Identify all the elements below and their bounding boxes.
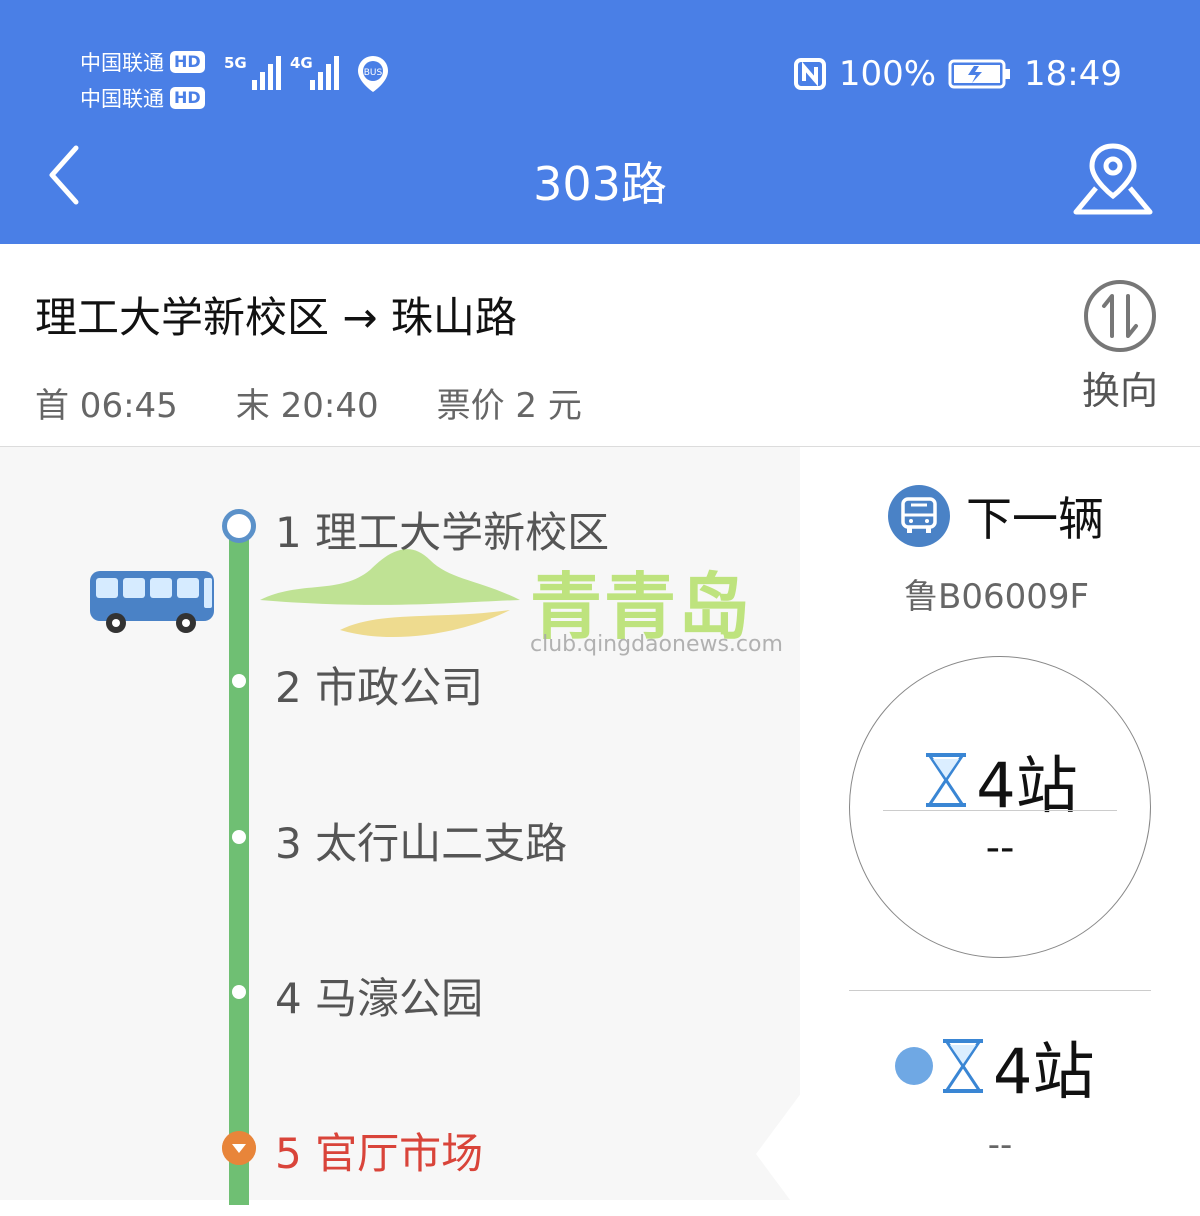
stop-label-current: 5 官厅市场 <box>275 1129 484 1178</box>
second-bus-row: 4站 <box>895 1021 1094 1111</box>
battery-charging-icon <box>948 59 1011 89</box>
swap-direction-icon <box>1084 280 1156 352</box>
start-stop-marker <box>222 509 256 543</box>
route-schedule: 首 06:45 末 20:40 票价 2 元 <box>35 378 640 427</box>
fare: 票价 2 元 <box>436 386 582 426</box>
stop-dot <box>232 830 246 844</box>
next-bus-panel: 下一辆 鲁B06009F 4站 -- 4站 -- <box>800 447 1200 1200</box>
bus-indicator-dot <box>895 1047 933 1085</box>
carrier-row-2: 中国联通 HD <box>80 80 215 116</box>
license-plate: 鲁B06009F <box>904 577 1090 617</box>
switch-direction-label: 换向 <box>1081 369 1158 413</box>
route-line <box>229 525 249 1205</box>
clock-time: 18:49 <box>1024 54 1122 94</box>
signal-4g-icon: 4G <box>290 52 350 96</box>
net-4g-label: 4G <box>290 54 313 72</box>
bus-location-icon: BUS <box>358 56 388 92</box>
bus-position-icon <box>90 571 214 633</box>
switch-direction-button[interactable]: 换向 <box>1070 278 1170 415</box>
back-icon[interactable] <box>40 140 100 210</box>
hd-badge-1: HD <box>170 51 205 73</box>
hourglass-icon <box>926 753 967 807</box>
carrier-name-1: 中国联通 <box>80 51 164 75</box>
eta-divider <box>883 810 1117 811</box>
eta-time: -- <box>985 825 1015 871</box>
current-stop-pin-icon <box>222 1131 256 1165</box>
svg-text:BUS: BUS <box>364 68 383 78</box>
stations-away: 4站 <box>976 749 1078 822</box>
stop-label: 3 太行山二支路 <box>275 819 568 868</box>
carrier-name-2: 中国联通 <box>80 87 164 111</box>
eta-circle: 4站 -- <box>849 656 1151 958</box>
next-bus-label: 下一辆 <box>966 492 1104 546</box>
first-bus-time: 首 06:45 <box>35 386 178 426</box>
carrier-info: 中国联通 HD 中国联通 HD <box>80 44 215 116</box>
last-bus-time: 末 20:40 <box>235 386 379 426</box>
second-eta-time: -- <box>987 1125 1013 1165</box>
current-stop-pointer <box>756 1092 802 1216</box>
carrier-row-1: 中国联通 HD <box>80 44 215 80</box>
panel-divider <box>849 990 1151 991</box>
next-bus-header: 下一辆 <box>888 483 1104 549</box>
stop-label: 1 理工大学新校区 <box>275 508 610 557</box>
hourglass-icon <box>943 1039 983 1093</box>
stop-dot <box>232 985 246 999</box>
status-right: 100% 18:49 <box>781 54 1122 94</box>
status-bar: 中国联通 HD 中国联通 HD 5G 4G BUS 100% 18:49 <box>0 0 1200 130</box>
route-info-panel: 理工大学新校区 → 珠山路 首 06:45 末 20:40 票价 2 元 换向 <box>0 244 1200 447</box>
app-header: 中国联通 HD 中国联通 HD 5G 4G BUS 100% 18:49 303… <box>0 0 1200 244</box>
route-direction: 理工大学新校区 → 珠山路 <box>35 293 517 342</box>
bus-icon <box>888 485 950 547</box>
battery-percent: 100% <box>838 54 937 94</box>
map-pin-icon[interactable] <box>1070 142 1156 216</box>
stop-dot <box>232 674 246 688</box>
page-title: 303路 <box>533 157 667 211</box>
signal-5g-icon: 5G <box>224 52 284 96</box>
second-stations-away: 4站 <box>993 1035 1095 1108</box>
net-5g-label: 5G <box>224 54 247 72</box>
stop-list: 1 理工大学新校区 2 市政公司 3 太行山二支路 4 马濠公园 5 官厅市场 <box>0 447 800 1205</box>
stop-label: 2 市政公司 <box>275 663 484 712</box>
nfc-icon <box>793 58 826 90</box>
stop-label: 4 马濠公园 <box>275 974 484 1023</box>
eta-stations-row: 4站 <box>850 735 1150 825</box>
hd-badge-2: HD <box>170 87 205 109</box>
